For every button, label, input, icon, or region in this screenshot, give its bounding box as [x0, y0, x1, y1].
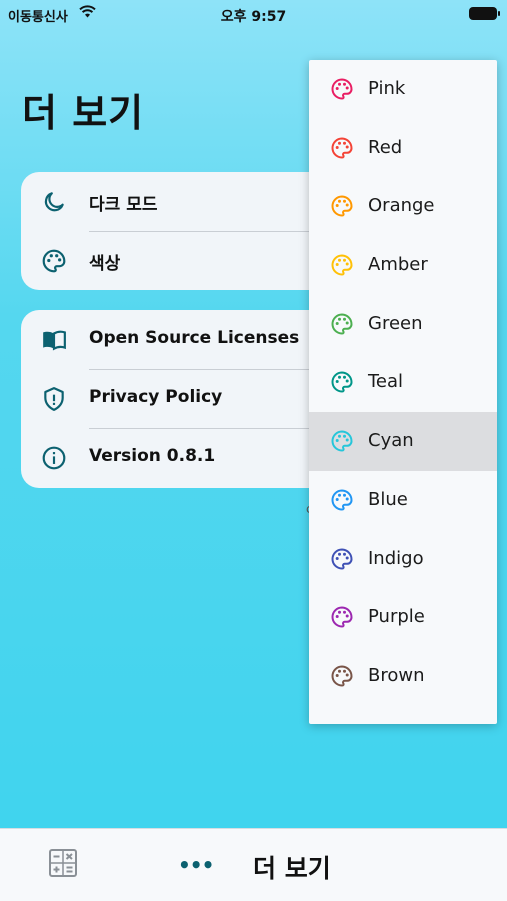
licenses-row[interactable]: Open Source Licenses [21, 310, 351, 369]
palette-icon [331, 489, 353, 511]
color-label: 색상 [89, 254, 121, 274]
color-option-label: Pink [368, 78, 406, 99]
palette-icon [331, 313, 353, 335]
color-option-label: Purple [368, 606, 425, 628]
color-option-purple[interactable]: Purple [309, 588, 497, 647]
color-option-cyan[interactable]: Cyan [309, 412, 497, 471]
color-option-label: Orange [368, 195, 435, 217]
color-option-teal[interactable]: Teal [309, 353, 497, 412]
palette-icon [331, 78, 353, 100]
color-option-orange[interactable]: Orange [309, 177, 497, 236]
bottom-bar: ••• 더 보기 [0, 828, 507, 901]
dark-mode-row[interactable]: 다크 모드 [21, 172, 351, 231]
page-title: 더 보기 [22, 91, 145, 135]
dark-mode-label: 다크 모드 [89, 195, 158, 215]
palette-icon [331, 195, 353, 217]
palette-icon [331, 371, 353, 393]
color-option-label: Amber [368, 254, 428, 276]
shield-icon [44, 387, 64, 411]
color-option-label: Teal [368, 371, 404, 393]
color-option-label: Red [368, 136, 403, 158]
status-time: 오후 9:57 [220, 9, 287, 25]
more-dots-icon[interactable]: ••• [178, 853, 214, 877]
palette-icon [331, 665, 353, 687]
color-option-label: Blue [368, 488, 408, 510]
bottom-tab-title[interactable]: 더 보기 [253, 849, 331, 885]
privacy-label: Privacy Policy [89, 387, 223, 407]
moon-icon [44, 192, 64, 212]
palette-icon [331, 430, 353, 452]
battery-icon [469, 7, 500, 20]
palette-icon [331, 137, 353, 159]
version-label: Version 0.8.1 [89, 446, 216, 466]
palette-icon [42, 249, 66, 273]
version-row[interactable]: Version 0.8.1 [21, 428, 351, 487]
color-option-red[interactable]: Red [309, 119, 497, 178]
color-option-label: Green [368, 312, 423, 334]
info-card: Open Source Licenses Privacy Policy Vers… [21, 310, 351, 488]
color-row[interactable]: 색상 [21, 231, 351, 290]
status-bar: 이동통신사 오후 9:57 [0, 0, 507, 28]
palette-icon [331, 547, 353, 570]
color-option-amber[interactable]: Amber [309, 236, 497, 295]
calculator-icon[interactable] [49, 849, 77, 877]
color-option-blue[interactable]: Blue [309, 471, 497, 530]
color-option-green[interactable]: Green [309, 295, 497, 354]
info-icon [42, 446, 66, 470]
color-option-brown[interactable]: Brown [309, 647, 497, 706]
privacy-row[interactable]: Privacy Policy [21, 369, 351, 428]
color-option-label: Indigo [368, 547, 424, 569]
book-icon [43, 330, 66, 351]
licenses-label: Open Source Licenses [89, 328, 300, 348]
color-dropdown-menu: Pink Red Orange Amber Green Teal Cyan Blue Indig… [309, 60, 497, 724]
color-option-indigo[interactable]: Indigo [309, 530, 497, 589]
settings-card: 다크 모드 색상 [21, 172, 351, 290]
palette-icon [331, 606, 353, 628]
palette-icon [331, 254, 353, 276]
color-option-label: Cyan [368, 430, 414, 452]
color-option-label: Brown [368, 664, 425, 686]
color-option-pink[interactable]: Pink [309, 60, 497, 119]
